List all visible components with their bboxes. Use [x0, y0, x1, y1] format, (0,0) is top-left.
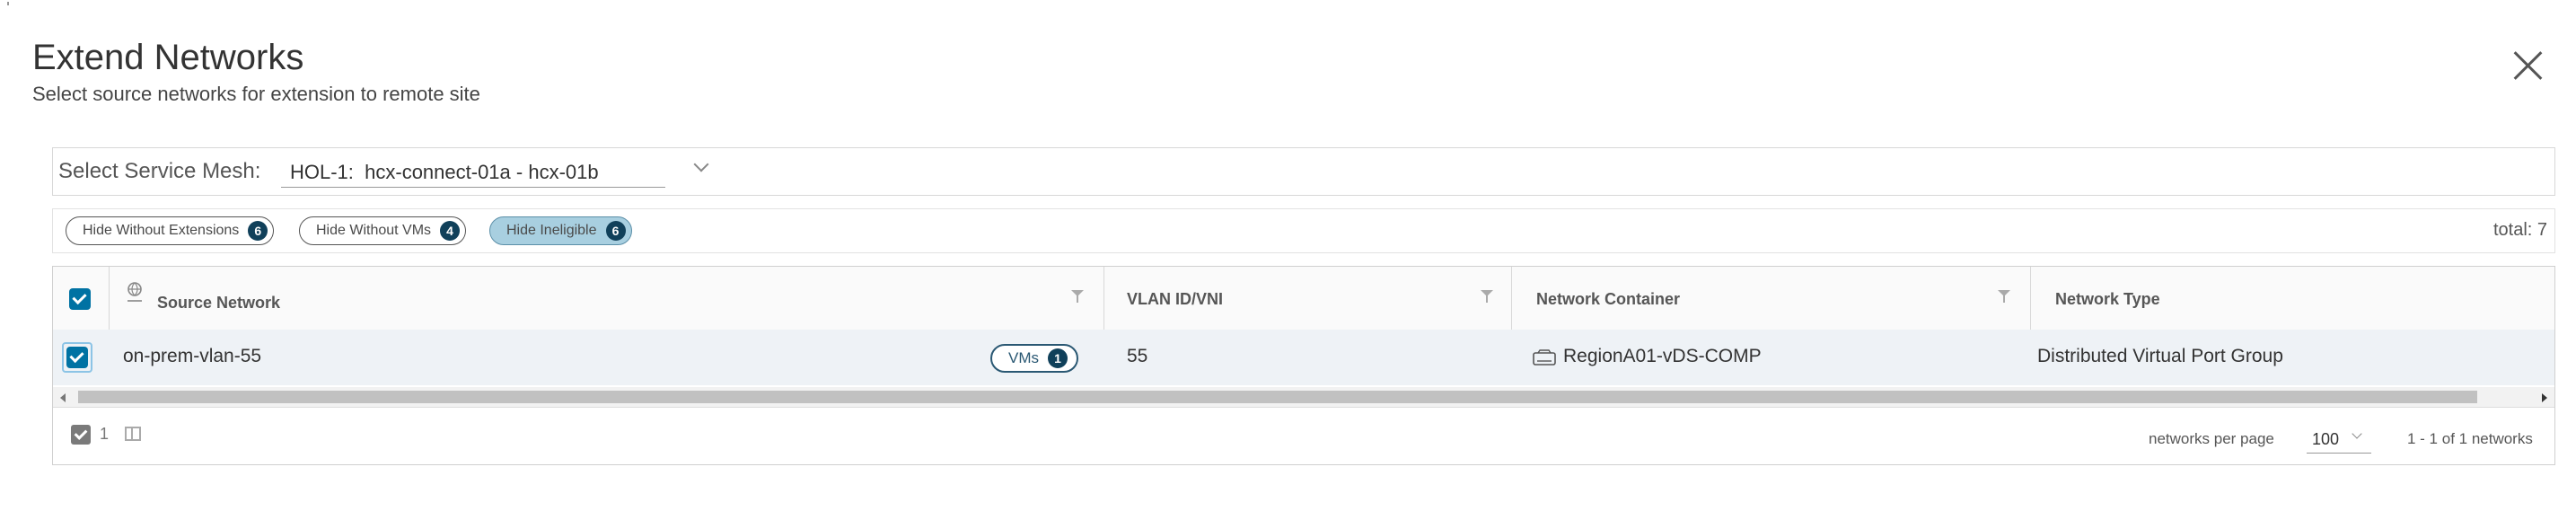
total-count: total: 7: [2492, 220, 2547, 240]
filter-count-badge: 4: [440, 221, 461, 241]
filter-icon[interactable]: [1481, 290, 1493, 303]
service-mesh-label: Select Service Mesh:: [58, 159, 261, 183]
cell-source-network: on-prem-vlan-55: [123, 346, 262, 366]
filter-icon[interactable]: [1071, 290, 1084, 303]
switch-icon: [1533, 349, 1556, 366]
filter-label: Hide Without VMs: [316, 223, 432, 238]
scroll-right-icon[interactable]: [2542, 393, 2547, 402]
filter-hide-without-vms[interactable]: Hide Without VMs 4: [299, 216, 467, 245]
horizontal-scrollbar[interactable]: [53, 387, 2554, 408]
column-divider: [1103, 267, 1104, 330]
corner-mark: [7, 2, 9, 5]
pagination-range: 1 - 1 of 1 networks: [2407, 430, 2533, 447]
selected-check-icon: [71, 425, 91, 445]
dialog-title: Extend Networks: [32, 38, 304, 77]
row-checkbox[interactable]: [66, 347, 88, 368]
column-header-source-network[interactable]: Source Network: [157, 294, 280, 313]
cell-vlan: 55: [1127, 346, 1148, 366]
filter-icon[interactable]: [1998, 290, 2010, 303]
vms-button[interactable]: VMs 1: [990, 344, 1078, 373]
network-globe-icon: [127, 282, 142, 302]
column-header-network-container[interactable]: Network Container: [1536, 290, 1680, 309]
column-divider: [2030, 267, 2031, 330]
filter-label: Hide Ineligible: [506, 223, 597, 238]
networks-grid: Source Network VLAN ID/VNI Network Conta…: [52, 266, 2555, 465]
per-page-label: networks per page: [2149, 430, 2274, 447]
column-header-network-type[interactable]: Network Type: [2055, 290, 2160, 309]
scroll-left-icon[interactable]: [60, 393, 66, 402]
dialog-subtitle: Select source networks for extension to …: [32, 83, 480, 105]
row-checkbox-focus: [62, 342, 92, 373]
scrollbar-thumb[interactable]: [78, 391, 2477, 403]
per-page-value: 100: [2312, 430, 2340, 448]
chevron-down-icon: [693, 156, 709, 172]
filter-label: Hide Without Extensions: [83, 223, 240, 238]
service-mesh-select[interactable]: HOL-1: hcx-connect-01a - hcx-01b: [281, 154, 709, 188]
selected-count: 1: [100, 425, 110, 443]
chevron-down-icon: [2352, 428, 2362, 439]
filter-count-badge: 6: [605, 221, 626, 241]
service-mesh-bar: Select Service Mesh: HOL-1: hcx-connect-…: [52, 147, 2555, 196]
vms-count-badge: 1: [1048, 348, 1068, 368]
filter-hide-without-extensions[interactable]: Hide Without Extensions 6: [66, 216, 275, 245]
column-divider: [109, 267, 110, 330]
cell-network-type: Distributed Virtual Port Group: [2037, 346, 2283, 366]
close-icon[interactable]: [2512, 50, 2543, 81]
cell-network-container: RegionA01-vDS-COMP: [1563, 346, 1762, 366]
column-header-vlan[interactable]: VLAN ID/VNI: [1127, 290, 1223, 309]
per-page-select[interactable]: 100: [2307, 425, 2371, 454]
filter-count-badge: 6: [248, 221, 268, 241]
column-divider: [1511, 267, 1512, 330]
vms-label: VMs: [1008, 349, 1039, 366]
grid-header: Source Network VLAN ID/VNI Network Conta…: [53, 267, 2554, 330]
filter-hide-ineligible[interactable]: Hide Ineligible 6: [489, 216, 632, 245]
table-row[interactable]: on-prem-vlan-55 55 RegionA01-vDS-COMP Di…: [53, 330, 2554, 385]
filter-bar: Hide Without Extensions 6 Hide Without V…: [52, 208, 2555, 253]
grid-footer: 1 networks per page 100 1 - 1 of 1 netwo…: [53, 410, 2554, 464]
column-toggle-icon[interactable]: [125, 427, 141, 441]
select-all-checkbox[interactable]: [69, 288, 91, 310]
service-mesh-value: HOL-1: hcx-connect-01a - hcx-01b: [290, 161, 599, 183]
